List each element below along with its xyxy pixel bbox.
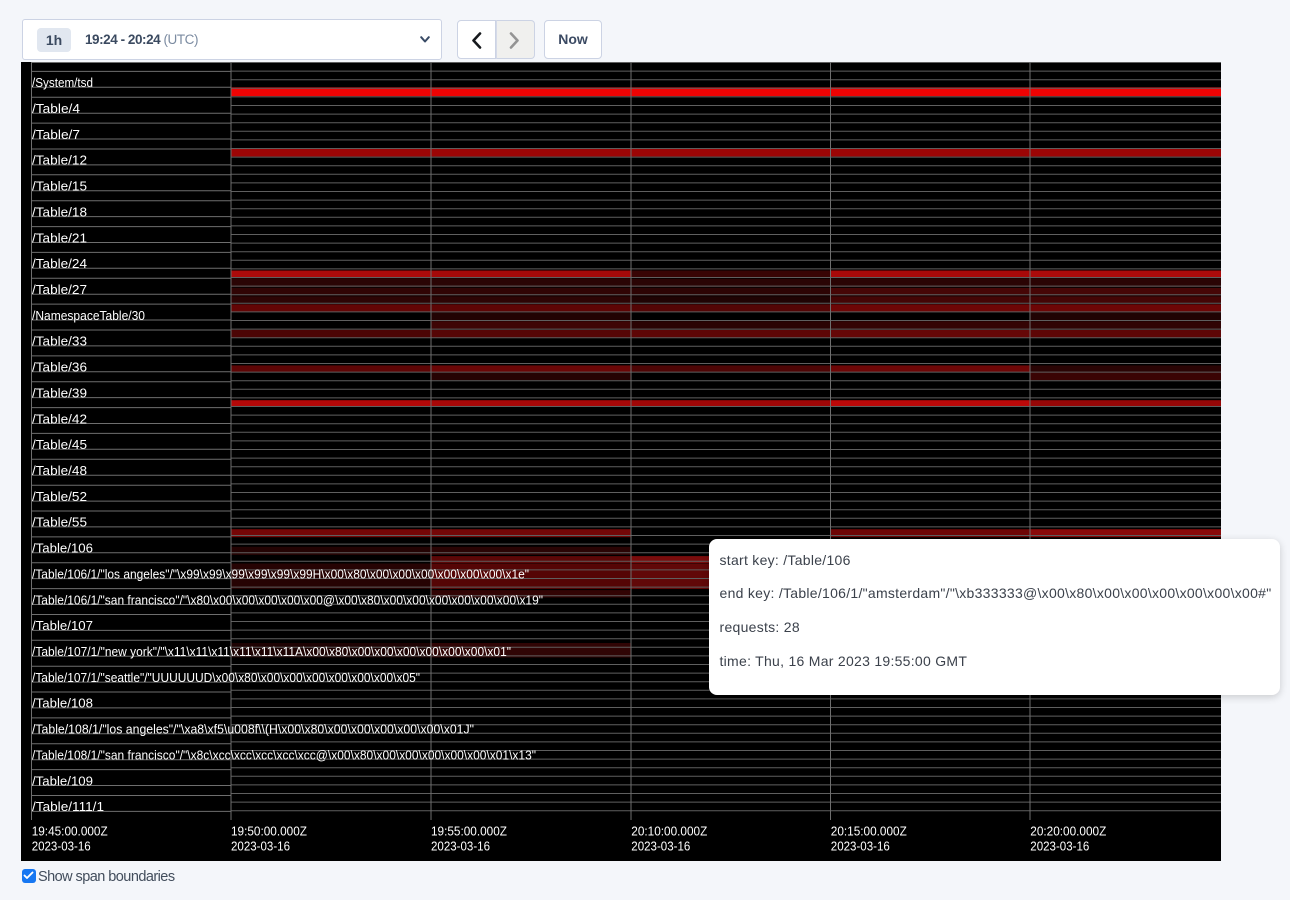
svg-text:19:50:00.000Z: 19:50:00.000Z	[231, 824, 307, 839]
svg-text:20:15:00.000Z: 20:15:00.000Z	[831, 824, 907, 839]
svg-text:/Table/36: /Table/36	[32, 360, 87, 375]
svg-text:/Table/27: /Table/27	[32, 282, 87, 297]
svg-text:/Table/52: /Table/52	[32, 489, 87, 504]
svg-text:/NamespaceTable/30: /NamespaceTable/30	[32, 308, 145, 323]
svg-text:20:20:00.000Z: 20:20:00.000Z	[1030, 824, 1106, 839]
svg-text:19:55:00.000Z: 19:55:00.000Z	[431, 824, 507, 839]
svg-text:/Table/106: /Table/106	[32, 541, 93, 556]
svg-text:/System/tsd: /System/tsd	[32, 75, 93, 90]
svg-text:2023-03-16: 2023-03-16	[631, 839, 690, 854]
svg-text:/Table/21: /Table/21	[32, 230, 87, 245]
svg-text:/Table/33: /Table/33	[32, 334, 87, 349]
svg-text:/Table/107/1/"seattle"/"UUUUUU: /Table/107/1/"seattle"/"UUUUUUD\x00\x80\…	[32, 670, 420, 685]
svg-text:/Table/106/1/"los angeles"/"\x: /Table/106/1/"los angeles"/"\x99\x99\x99…	[32, 566, 529, 581]
svg-text:/Table/12: /Table/12	[32, 153, 87, 168]
svg-text:/Table/18: /Table/18	[32, 204, 87, 219]
svg-text:/Table/108: /Table/108	[32, 696, 93, 711]
svg-text:/Table/24: /Table/24	[32, 256, 87, 271]
svg-text:/Table/108/1/"san francisco"/": /Table/108/1/"san francisco"/"\x8c\xcc\x…	[32, 748, 536, 763]
svg-text:20:10:00.000Z: 20:10:00.000Z	[631, 824, 707, 839]
svg-text:/Table/39: /Table/39	[32, 385, 87, 400]
svg-text:/Table/107/1/"new york"/"\x11\: /Table/107/1/"new york"/"\x11\x11\x11\x1…	[32, 644, 511, 659]
svg-text:2023-03-16: 2023-03-16	[1030, 839, 1089, 854]
svg-text:2023-03-16: 2023-03-16	[32, 839, 91, 854]
svg-text:2023-03-16: 2023-03-16	[831, 839, 890, 854]
svg-text:2023-03-16: 2023-03-16	[231, 839, 290, 854]
svg-text:/Table/42: /Table/42	[32, 411, 87, 426]
svg-text:/Table/15: /Table/15	[32, 179, 87, 194]
svg-text:/Table/106/1/"san francisco"/": /Table/106/1/"san francisco"/"\x80\x00\x…	[32, 592, 543, 607]
svg-text:/Table/45: /Table/45	[32, 437, 87, 452]
svg-text:/Table/111/1: /Table/111/1	[32, 799, 104, 814]
svg-text:/Table/109: /Table/109	[32, 773, 93, 788]
svg-text:/Table/108/1/"los angeles"/"\x: /Table/108/1/"los angeles"/"\xa8\xf5\u00…	[32, 722, 474, 737]
svg-text:/Table/48: /Table/48	[32, 463, 87, 478]
svg-text:/Table/4: /Table/4	[32, 101, 80, 116]
svg-text:2023-03-16: 2023-03-16	[431, 839, 490, 854]
svg-text:/Table/7: /Table/7	[32, 127, 80, 142]
svg-text:/Table/107: /Table/107	[32, 618, 93, 633]
svg-text:19:45:00.000Z: 19:45:00.000Z	[32, 824, 108, 839]
svg-text:/Table/55: /Table/55	[32, 515, 87, 530]
